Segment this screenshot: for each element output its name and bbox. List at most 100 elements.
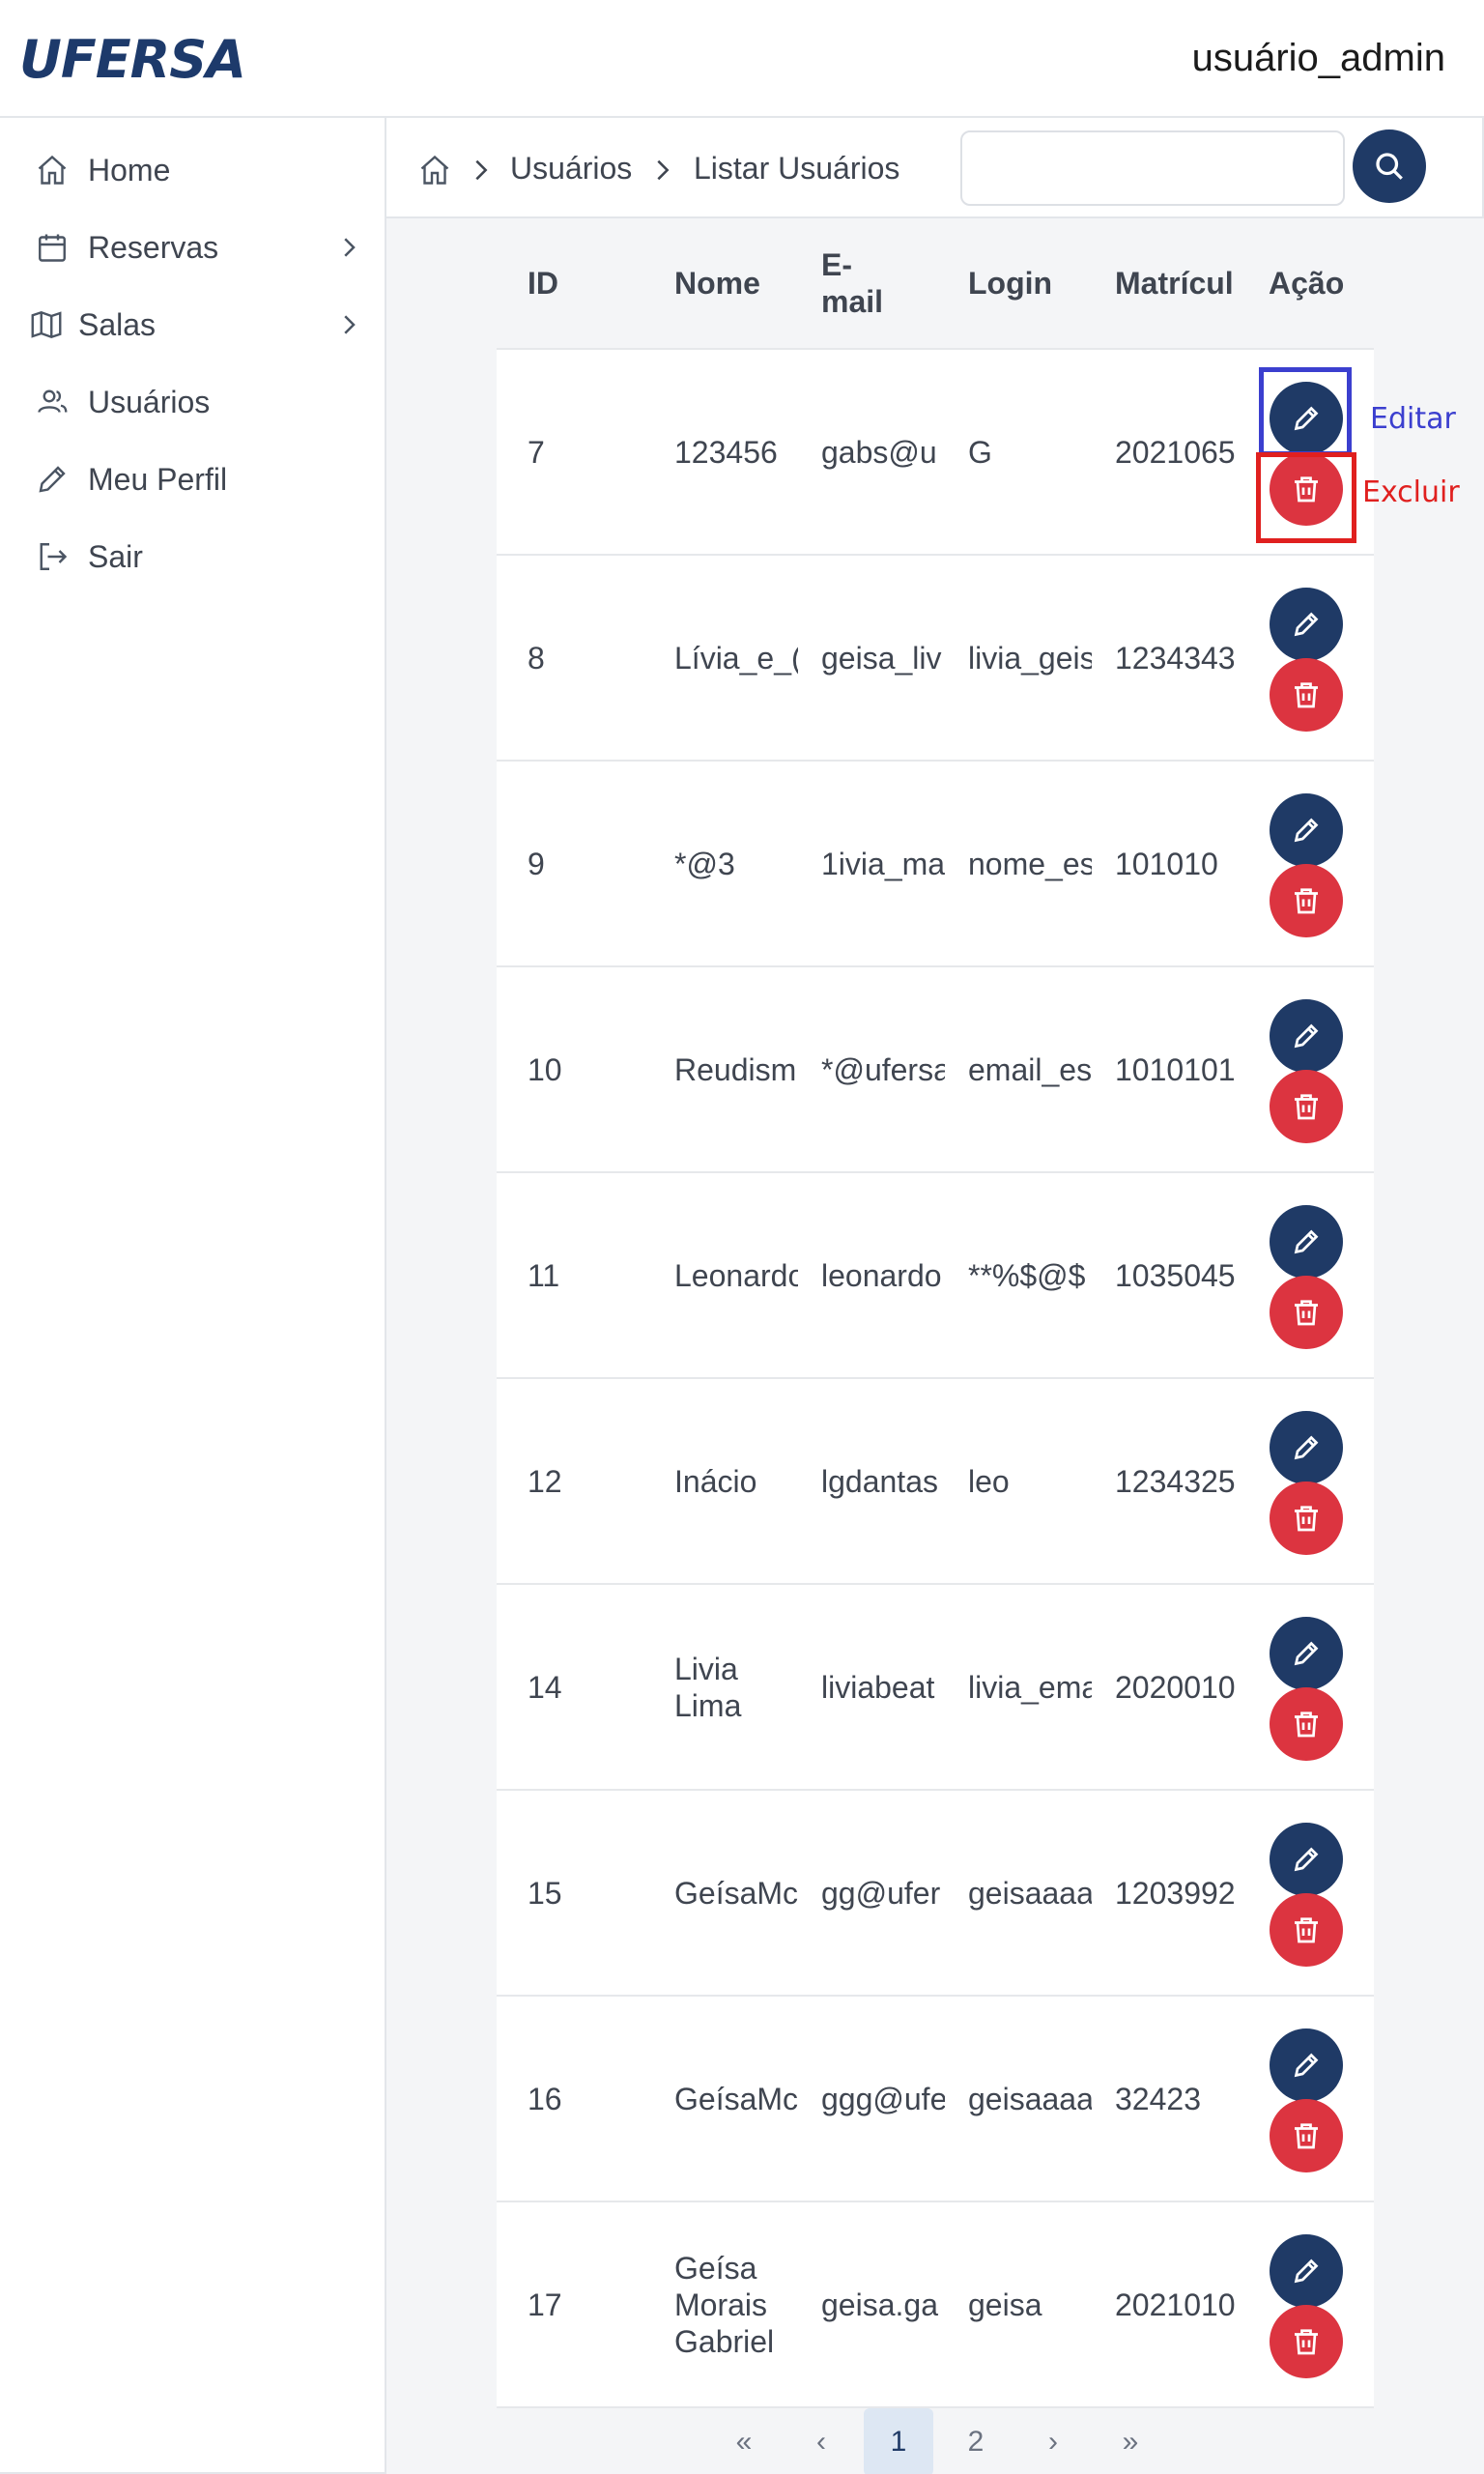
edit-button[interactable] [1270,793,1343,867]
table-row: 10 Reudism *@ufersa email_es 1010101 [497,967,1374,1173]
sidebar-item-sair[interactable]: Sair [0,526,385,588]
delete-button[interactable] [1270,658,1343,732]
chevron-right-icon [334,233,363,262]
sidebar-item-salas[interactable]: Salas [0,294,385,356]
table-row: 16 GeísaMc ggg@ufe geisaaaa 32423 [497,1997,1374,2202]
delete-button[interactable] [1270,1482,1343,1555]
cell-nome: Lívia_e_( [674,640,798,676]
cell-email: ggg@ufe [821,2081,945,2116]
cell-id: 8 [528,640,545,676]
table-row: 11 Leonardo leonardo **%$@$ 1035045 [497,1173,1374,1379]
cell-login: livia_geis [968,640,1092,676]
edit-button[interactable] [1270,588,1343,661]
main-content: ID Nome E-mail Login Matrícul Ação 7 1234… [386,218,1484,2474]
edit-button[interactable] [1270,1823,1343,1896]
top-bar: Usuários Listar Usuários [386,116,1484,218]
table-row: 12 Inácio lgdantas leo 1234325 [497,1379,1374,1585]
search-icon [1376,153,1403,180]
cell-id: 9 [528,846,545,881]
calendar-icon [35,230,70,265]
table-row: 9 *@3 1ivia_ma nome_es 101010 [497,762,1374,967]
table-row: 17 Geísa Morais Gabriel geisa.ga geisa 20210… [497,2202,1374,2408]
cell-id: 14 [528,1669,562,1705]
column-header-login[interactable]: Login [968,218,1052,348]
edit-button[interactable] [1270,2028,1343,2102]
sidebar-item-label: Salas [78,307,157,342]
search-button[interactable] [1353,129,1426,203]
cell-matricula: 2021010 [1115,2287,1235,2322]
edit-button[interactable] [1270,999,1343,1073]
sidebar-item-reservas[interactable]: Reservas [0,216,385,278]
cell-matricula: 2020010 [1115,1669,1235,1705]
delete-button[interactable] [1270,864,1343,937]
column-header-id[interactable]: ID [528,218,558,348]
page-button[interactable]: 1 [864,2408,933,2474]
cell-nome: Livia Lima [674,1651,742,1723]
cell-nome: Leonardo [674,1257,798,1293]
cell-email: gg@ufer [821,1875,941,1911]
cell-email: liviabeat [821,1669,935,1705]
cell-login: G [968,434,992,470]
edit-button[interactable] [1270,1205,1343,1279]
sidebar-item-label: Home [88,153,171,187]
cell-matricula: 1234325 [1115,1463,1235,1499]
sidebar-item-home[interactable]: Home [0,139,385,201]
sidebar-item-label: Sair [88,539,143,574]
sidebar-item-meu-perfil[interactable]: Meu Perfil [0,448,385,510]
cell-email: *@ufersa [821,1051,945,1087]
breadcrumb-listar-usuarios: Listar Usuários [694,151,900,186]
delete-button[interactable] [1270,1070,1343,1143]
delete-button[interactable] [1270,1893,1343,1967]
cell-email: leonardo [821,1257,942,1293]
breadcrumb-home-icon[interactable] [417,153,452,187]
edit-button[interactable] [1270,1411,1343,1484]
edit-button[interactable] [1270,1617,1343,1690]
column-header-nome[interactable]: Nome [674,218,760,348]
sidebar-item-label: Reservas [88,230,219,265]
cell-matricula: 1035045 [1115,1257,1235,1293]
column-header-email[interactable]: E-mail [821,218,883,348]
cell-id: 15 [528,1875,562,1911]
search-input[interactable] [960,130,1345,206]
delete-button[interactable] [1270,2099,1343,2172]
delete-button[interactable] [1270,1687,1343,1761]
cell-nome: GeísaMc [674,2081,798,2116]
sidebar: Home Reservas Salas Usuários Meu Perfil [0,116,386,2474]
cell-email: 1ivia_ma [821,846,945,881]
page-button[interactable]: 2 [941,2408,1011,2474]
edit-button[interactable] [1270,2234,1343,2308]
pencil-icon [1294,1229,1319,1254]
delete-button[interactable] [1270,1276,1343,1349]
sidebar-item-usuarios[interactable]: Usuários [0,371,385,433]
cell-matricula: 32423 [1115,2081,1201,2116]
trash-icon [1295,1712,1318,1738]
cell-id: 11 [528,1257,560,1293]
breadcrumb-usuarios[interactable]: Usuários [510,151,632,187]
column-header-matricula[interactable]: Matrícul [1115,218,1235,348]
cell-id: 17 [528,2287,562,2322]
table-row: 7 123456 gabs@u G 2021065 [497,350,1374,556]
breadcrumb-separator-icon [468,155,495,186]
current-user-name[interactable]: usuário_admin [1192,37,1445,80]
cell-login: email_es [968,1051,1092,1087]
map-icon [29,307,64,342]
previous-page-button[interactable]: ‹ [786,2408,856,2474]
cell-id: 7 [528,434,545,470]
home-icon [35,153,70,187]
trash-icon [1295,1917,1318,1943]
pagination: « ‹ 1 2 › » [497,2408,1374,2474]
trash-icon [1295,888,1318,914]
next-page-button[interactable]: › [1018,2408,1088,2474]
last-page-button[interactable]: » [1096,2408,1165,2474]
cell-login: geisaaaa [968,1875,1092,1911]
cell-nome: Geísa Morais Gabriel [674,2250,775,2359]
delete-button[interactable] [1270,2305,1343,2378]
ufersa-logo[interactable]: UFERSA [19,29,246,90]
cell-email: gabs@u [821,434,937,470]
cell-matricula: 2021065 [1115,434,1235,470]
pencil-icon [35,462,70,497]
pencil-icon [1294,1847,1319,1872]
first-page-button[interactable]: « [709,2408,779,2474]
cell-login: livia_ema [968,1669,1092,1705]
cell-email: geisa_liv [821,640,942,676]
